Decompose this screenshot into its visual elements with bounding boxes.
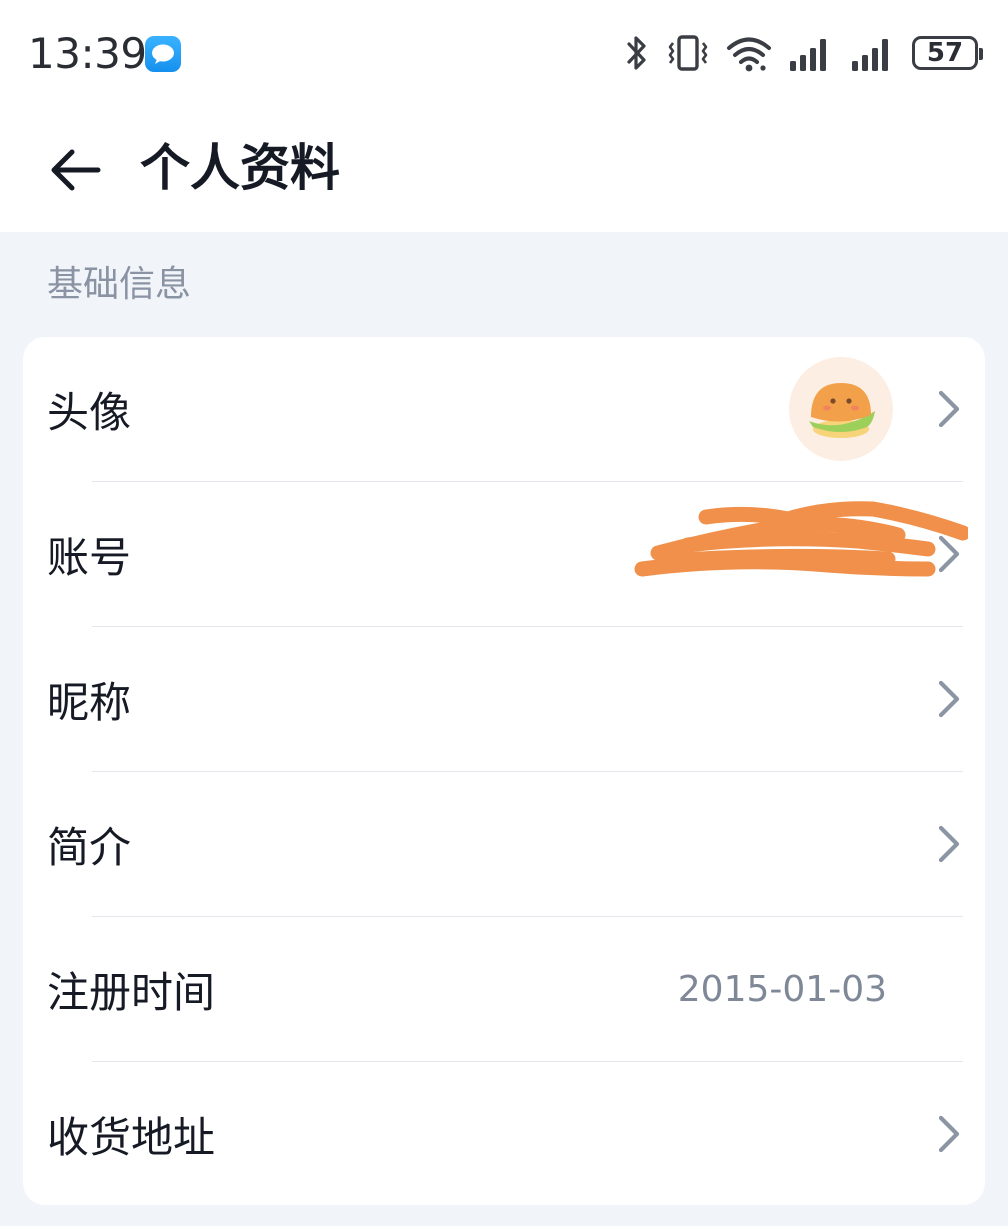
row-avatar[interactable]: 头像 xyxy=(23,337,985,482)
chevron-right-icon xyxy=(938,825,960,863)
row-registration-time: 注册时间 2015-01-03 xyxy=(23,917,985,1062)
arrow-left-icon xyxy=(51,149,101,191)
row-label: 注册时间 xyxy=(47,968,216,1017)
status-bar: 13:39 57 xyxy=(0,0,1008,105)
row-bio[interactable]: 简介 xyxy=(23,772,985,917)
signal-2-icon xyxy=(850,33,896,73)
row-nickname[interactable]: 昵称 xyxy=(23,627,985,772)
chevron-right-icon xyxy=(938,1115,960,1153)
back-button[interactable] xyxy=(40,135,110,205)
vibrate-icon xyxy=(666,33,710,73)
app-header: 个人资料 xyxy=(0,105,1008,232)
avatar[interactable] xyxy=(789,357,893,461)
bluetooth-icon xyxy=(624,33,650,73)
battery-level: 57 xyxy=(926,38,964,68)
row-label: 昵称 xyxy=(47,678,132,727)
section-title: 基础信息 xyxy=(47,264,192,305)
row-label: 收货地址 xyxy=(47,1113,216,1162)
registration-date-value: 2015-01-03 xyxy=(677,969,887,1010)
battery-icon: 57 xyxy=(912,36,983,70)
redaction-scribble xyxy=(634,501,968,577)
row-shipping-address[interactable]: 收货地址 xyxy=(23,1062,985,1205)
chevron-right-icon xyxy=(938,680,960,718)
status-time: 13:39 xyxy=(28,29,147,78)
wifi-icon xyxy=(726,33,772,73)
row-label: 头像 xyxy=(47,388,132,437)
row-label: 简介 xyxy=(47,823,132,872)
signal-1-icon xyxy=(788,33,834,73)
chevron-right-icon xyxy=(938,390,960,428)
profile-card: 头像 账号 昵称 简介 注册时间 2015-01-03 收货地址 xyxy=(23,337,985,1205)
page-title: 个人资料 xyxy=(140,139,340,197)
row-label: 账号 xyxy=(47,533,132,582)
message-app-icon xyxy=(145,36,181,72)
burger-avatar-image xyxy=(809,383,875,438)
